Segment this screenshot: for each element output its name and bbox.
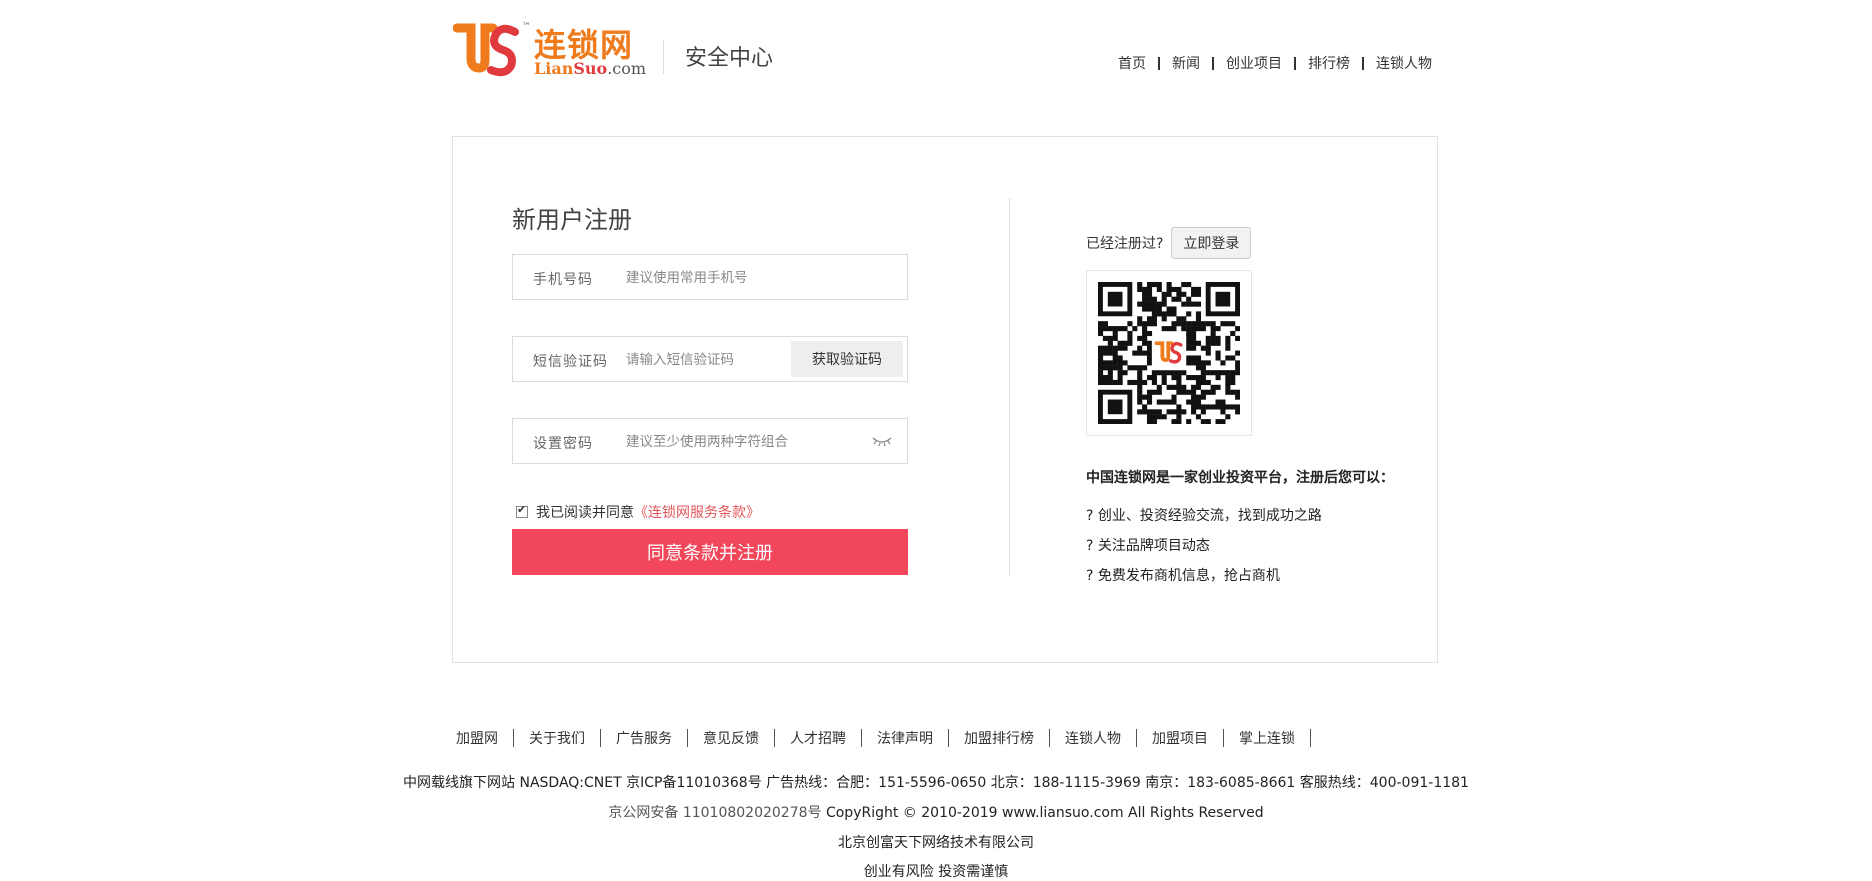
sms-code-input[interactable] [624,346,788,374]
footer-link-rankings[interactable]: 加盟排行榜 [964,728,1034,748]
footer-separator [861,729,862,747]
footer-separator [513,729,514,747]
logo-en-suo: Suo [573,59,608,78]
trademark-mark: ™ [522,22,531,32]
footer-link-projects[interactable]: 加盟项目 [1152,728,1208,748]
nav-separator [1212,56,1214,70]
already-registered-row: 已经注册过? 立即登录 [1086,227,1252,259]
agreement-row: 我已阅读并同意 《连锁网服务条款》 [516,502,760,522]
footer-separator [600,729,601,747]
logo-english-name[interactable]: LianSuo.com [534,59,646,78]
sms-code-label: 短信验证码 [533,354,608,370]
footer-separator [687,729,688,747]
register-title: 新用户注册 [512,206,632,234]
agree-text: 我已阅读并同意 [536,505,634,521]
footer-link-ads[interactable]: 广告服务 [616,728,672,748]
password-input[interactable] [624,428,868,456]
phone-input[interactable] [624,264,898,292]
qr-code-frame [1086,270,1252,436]
nav-home[interactable]: 首页 [1118,53,1146,73]
footer-separator [1136,729,1137,747]
intro-item: ? 创业、投资经验交流，找到成功之路 [1086,508,1322,524]
footer-company: 北京创富天下网络技术有限公司 [838,835,1034,851]
footer-link-mobile[interactable]: 掌上连锁 [1239,728,1295,748]
footer-copyright: CopyRight © 2010-2019 www.liansuo.com Al… [825,805,1264,821]
terms-link[interactable]: 《连锁网服务条款》 [634,502,760,522]
footer-separator [774,729,775,747]
footer-link-about[interactable]: 关于我们 [529,728,585,748]
footer-separator [1049,729,1050,747]
nav-separator [1362,56,1364,70]
footer-hotline: 中网载线旗下网站 NASDAQ:CNET 京ICP备11010368号 广告热线… [403,775,1469,791]
sms-code-field: 短信验证码 获取验证码 [512,336,908,382]
already-registered-text: 已经注册过? [1086,236,1164,252]
footer-copyright-row: 京公网安备 11010802020278号 CopyRight © 2010-2… [0,802,1872,822]
nav-separator [1294,56,1296,70]
footer-link-jiameng[interactable]: 加盟网 [456,728,498,748]
agree-register-button[interactable]: 同意条款并注册 [512,529,908,575]
phone-field: 手机号码 [512,254,908,300]
intro-title: 中国连锁网是一家创业投资平台，注册后您可以： [1086,470,1394,486]
password-field: 设置密码 [512,418,908,464]
footer-link-people[interactable]: 连锁人物 [1065,728,1121,748]
phone-label: 手机号码 [533,272,593,288]
nav-separator [1158,56,1160,70]
nav-rankings[interactable]: 排行榜 [1308,53,1350,73]
footer-separator [948,729,949,747]
footer-separator [1310,729,1311,747]
nav-news[interactable]: 新闻 [1172,53,1200,73]
nav-projects[interactable]: 创业项目 [1226,53,1282,73]
qr-code-icon [1098,282,1240,424]
footer-police-number[interactable]: 11010802020278号 [683,805,822,821]
agree-checkbox[interactable] [516,503,528,518]
footer-risk-notice: 创业有风险 投资需谨慎 [863,864,1009,880]
intro-item: ? 关注品牌项目动态 [1086,538,1210,554]
footer-link-jobs[interactable]: 人才招聘 [790,728,846,748]
footer-link-legal[interactable]: 法律声明 [877,728,933,748]
footer-links: 加盟网 关于我们 广告服务 意见反馈 人才招聘 法律声明 加盟排行榜 连锁人物 … [456,728,1326,748]
footer-link-feedback[interactable]: 意见反馈 [703,728,759,748]
logo-en-lian: Lian [534,59,574,78]
logo-en-com: .com [607,59,647,78]
footer-police-prefix: 京公网安备 [608,805,679,821]
login-now-button[interactable]: 立即登录 [1171,227,1252,259]
password-label: 设置密码 [533,436,593,452]
nav-people[interactable]: 连锁人物 [1376,53,1432,73]
panel-divider [1009,198,1010,576]
intro-item: ? 免费发布商机信息，抢占商机 [1086,568,1280,584]
footer-separator [1223,729,1224,747]
get-code-button[interactable]: 获取验证码 [791,341,903,377]
hide-password-icon[interactable] [871,434,893,448]
top-nav: 首页 新闻 创业项目 排行榜 连锁人物 [1118,53,1432,73]
page-subtitle: 安全中心 [685,46,774,71]
liansuo-logo-icon[interactable] [453,22,521,78]
header-divider [663,40,664,74]
